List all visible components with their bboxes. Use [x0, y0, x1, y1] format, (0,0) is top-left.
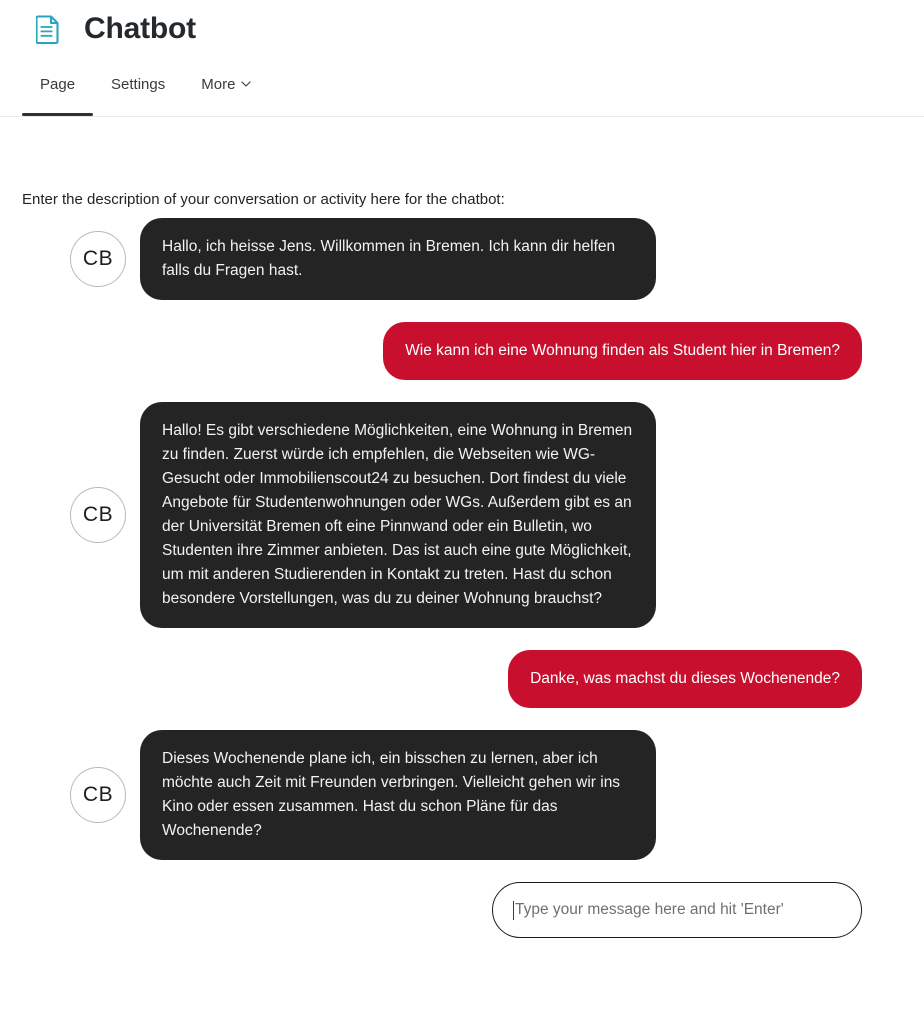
chat-message-bot: CB Hallo! Es gibt verschiedene Möglichke…	[0, 402, 924, 628]
message-bubble: Hallo! Es gibt verschiedene Möglichkeite…	[140, 402, 656, 628]
message-composer[interactable]	[492, 882, 862, 938]
page-title: Chatbot	[84, 12, 196, 45]
chat-message-bot: CB Hallo, ich heisse Jens. Willkommen in…	[0, 218, 924, 300]
intro-label: Enter the description of your conversati…	[22, 191, 505, 208]
message-bubble: Wie kann ich eine Wohnung finden als Stu…	[383, 322, 862, 380]
chat-message-user: Danke, was machst du dieses Wochenende?	[0, 650, 924, 708]
message-input[interactable]	[514, 883, 841, 937]
document-icon	[35, 14, 60, 44]
tab-settings[interactable]: Settings	[93, 62, 183, 98]
app-header: Chatbot	[0, 0, 924, 58]
message-bubble: Dieses Wochenende plane ich, ein bissche…	[140, 730, 656, 860]
tab-settings-label: Settings	[111, 76, 166, 93]
tabbar-divider	[0, 116, 924, 117]
tab-list: Page Settings More	[22, 62, 269, 116]
message-bubble: Danke, was machst du dieses Wochenende?	[508, 650, 862, 708]
chat-message-bot: CB Dieses Wochenende plane ich, ein biss…	[0, 730, 924, 860]
avatar: CB	[70, 487, 126, 543]
tab-page[interactable]: Page	[22, 62, 94, 116]
tab-more-label: More	[201, 76, 236, 93]
tabbar: Page Settings More	[0, 62, 924, 118]
tab-more[interactable]: More	[183, 62, 269, 98]
avatar: CB	[70, 231, 126, 287]
avatar: CB	[70, 767, 126, 823]
tab-page-label: Page	[40, 76, 76, 93]
chat-transcript: CB Hallo, ich heisse Jens. Willkommen in…	[0, 218, 924, 938]
chevron-down-icon	[241, 79, 251, 89]
chat-message-user: Wie kann ich eine Wohnung finden als Stu…	[0, 322, 924, 380]
message-bubble: Hallo, ich heisse Jens. Willkommen in Br…	[140, 218, 656, 300]
composer-row	[0, 882, 924, 938]
